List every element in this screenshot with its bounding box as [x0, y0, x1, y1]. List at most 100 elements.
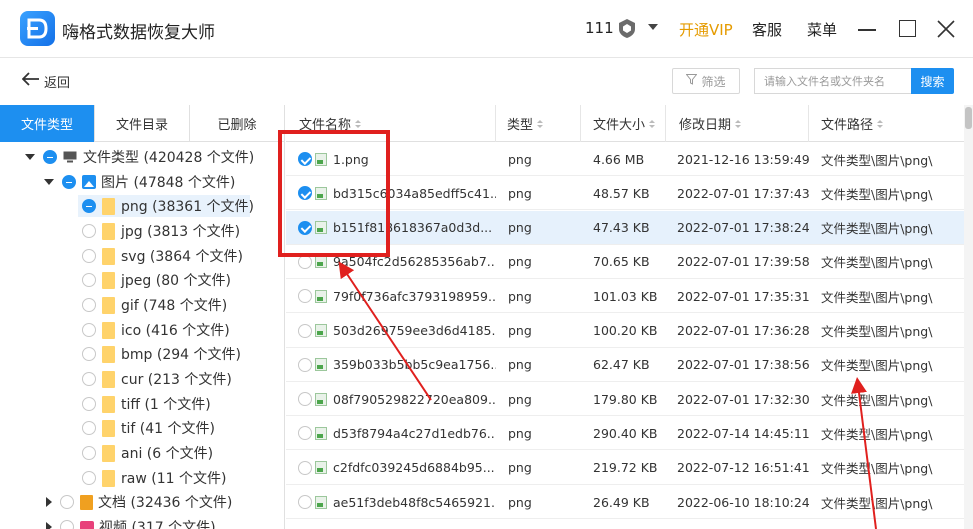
folder-icon [102, 271, 115, 289]
tree-node-label: tif (41 个文件) [121, 421, 215, 437]
vertical-scrollbar[interactable] [964, 105, 973, 529]
close-icon[interactable] [936, 19, 956, 39]
sort-icon[interactable] [735, 119, 742, 128]
tab-file-type[interactable]: 文件类型 [0, 105, 95, 142]
folder-icon [102, 222, 115, 240]
tree-node-ani[interactable]: ani (6 个文件) [82, 442, 213, 464]
column-header-label: 文件路径 [821, 118, 874, 133]
row-checkbox[interactable] [298, 460, 312, 475]
column-header-type[interactable]: 类型 [496, 105, 581, 142]
tree-node-file-type[interactable]: 文件类型 (420428 个文件) [25, 146, 254, 168]
row-checkbox[interactable] [298, 495, 312, 509]
node-checkbox[interactable] [82, 199, 96, 213]
chevron-down-icon[interactable] [648, 24, 658, 30]
filter-button[interactable]: 筛选 [672, 68, 740, 94]
sort-icon[interactable] [537, 119, 544, 128]
file-name: c2fdfc039245d6884b95... [333, 460, 495, 476]
search-button[interactable]: 搜索 [911, 68, 954, 94]
back-button[interactable]: 返回 [21, 70, 70, 92]
tree-node-label: 图片 (47848 个文件) [101, 175, 236, 191]
image-file-icon [315, 495, 327, 509]
node-checkbox[interactable] [60, 495, 74, 509]
node-checkbox[interactable] [60, 520, 74, 529]
node-checkbox[interactable] [82, 372, 96, 386]
size-cell: 47.43 KB [593, 220, 650, 236]
node-checkbox[interactable] [82, 446, 96, 460]
title-bar: 嗨格式数据恢复大师 111 开通VIP 客服 菜单 [0, 0, 973, 58]
row-checkbox[interactable] [298, 392, 312, 407]
tree-node-videos[interactable]: 视频 (317 个文件) [44, 516, 216, 529]
node-checkbox[interactable] [82, 347, 96, 361]
node-checkbox[interactable] [82, 273, 96, 287]
maximize-icon[interactable] [899, 20, 916, 37]
column-header-size[interactable]: 文件大小 [581, 105, 666, 142]
path-cell: 文件类型\图片\png\ [821, 495, 933, 511]
node-checkbox[interactable] [82, 397, 96, 411]
tree-node-png[interactable]: png (38361 个文件) [78, 195, 254, 217]
filter-icon [685, 74, 701, 88]
app-title: 嗨格式数据恢复大师 [62, 23, 215, 43]
user-name[interactable]: 111 [585, 19, 614, 37]
expand-arrow-icon[interactable] [46, 522, 52, 529]
row-checkbox[interactable] [298, 357, 312, 372]
sort-icon[interactable] [355, 119, 362, 128]
table-row[interactable]: 359b033b5bb5c9ea1756... png 62.47 KB 2022-0… [286, 348, 964, 382]
node-checkbox[interactable] [82, 421, 96, 435]
node-checkbox[interactable] [43, 150, 57, 164]
tree-node-jpeg[interactable]: jpeg (80 个文件) [82, 269, 231, 291]
tree-node-jpg[interactable]: jpg (3813 个文件) [82, 220, 240, 242]
row-checkbox[interactable] [298, 323, 312, 338]
tree-node-bmp[interactable]: bmp (294 个文件) [82, 343, 241, 365]
sort-icon[interactable] [649, 119, 656, 128]
tree-node-raw[interactable]: raw (11 个文件) [82, 467, 226, 489]
expand-arrow-icon[interactable] [44, 179, 54, 185]
table-row[interactable]: 08f790529822720ea809... png 179.80 KB 2022-… [286, 382, 964, 417]
tree-node-ico[interactable]: ico (416 个文件) [82, 319, 230, 341]
tree-node-documents[interactable]: 文档 (32436 个文件) [44, 491, 232, 513]
tree-node-tif[interactable]: tif (41 个文件) [82, 417, 215, 439]
expand-arrow-icon[interactable] [46, 497, 52, 507]
name-cell: c2fdfc039245d6884b95... [298, 451, 496, 485]
node-checkbox[interactable] [82, 471, 96, 485]
folder-icon [102, 296, 115, 314]
table-row[interactable]: 79f0f736afc3793198959... png 101.03 KB 2022… [286, 279, 964, 314]
tree-node-cur[interactable]: cur (213 个文件) [82, 368, 232, 390]
node-checkbox[interactable] [62, 175, 76, 189]
row-checkbox[interactable] [298, 426, 312, 441]
file-name: d53f8794a4c27d1edb76... [333, 425, 496, 441]
service-link[interactable]: 客服 [752, 19, 782, 40]
node-checkbox[interactable] [82, 323, 96, 337]
tree-node-tiff[interactable]: tiff (1 个文件) [82, 393, 211, 415]
row-checkbox[interactable] [298, 289, 312, 304]
tree-node-images[interactable]: 图片 (47848 个文件) [44, 171, 235, 193]
node-checkbox[interactable] [82, 249, 96, 263]
shield-icon[interactable] [617, 18, 637, 39]
node-checkbox[interactable] [82, 298, 96, 312]
sort-icon[interactable] [877, 119, 884, 128]
app-logo-icon [20, 11, 55, 46]
name-cell: 503d269759ee3d6d4185... [298, 314, 496, 348]
column-header-path[interactable]: 文件路径 [809, 105, 964, 142]
minimize-icon[interactable] [858, 29, 876, 31]
node-checkbox[interactable] [82, 224, 96, 238]
expand-arrow-icon[interactable] [25, 154, 35, 160]
path-cell: 文件类型\图片\png\ [821, 255, 933, 271]
table-row[interactable]: 503d269759ee3d6d4185... png 100.20 KB 2022-… [286, 314, 964, 348]
tab-deleted[interactable]: 已删除 [190, 105, 285, 142]
vip-link[interactable]: 开通VIP [679, 19, 733, 40]
date-cell: 2022-07-01 17:38:56 [677, 357, 809, 373]
table-row[interactable]: ae51f3deb48f8c5465921... png 26.49 KB 2022-… [286, 485, 964, 519]
size-cell: 179.80 KB [593, 391, 658, 407]
tree-node-gif[interactable]: gif (748 个文件) [82, 294, 227, 316]
scroll-thumb[interactable] [965, 107, 972, 129]
column-header-date[interactable]: 修改日期 [666, 105, 809, 142]
menu-link[interactable]: 菜单 [807, 19, 837, 40]
tab-file-directory[interactable]: 文件目录 [95, 105, 190, 142]
tree-node-label: 文件类型 (420428 个文件) [83, 150, 255, 166]
table-row[interactable]: d53f8794a4c27d1edb76... png 290.40 KB 2022-… [286, 416, 964, 451]
tree-node-svg[interactable]: svg (3864 个文件) [82, 245, 243, 267]
search-input[interactable] [754, 68, 912, 94]
name-cell: d53f8794a4c27d1edb76... [298, 416, 496, 450]
back-arrow-icon [21, 72, 44, 90]
table-row[interactable]: c2fdfc039245d6884b95... png 219.72 KB 2022-… [286, 451, 964, 485]
